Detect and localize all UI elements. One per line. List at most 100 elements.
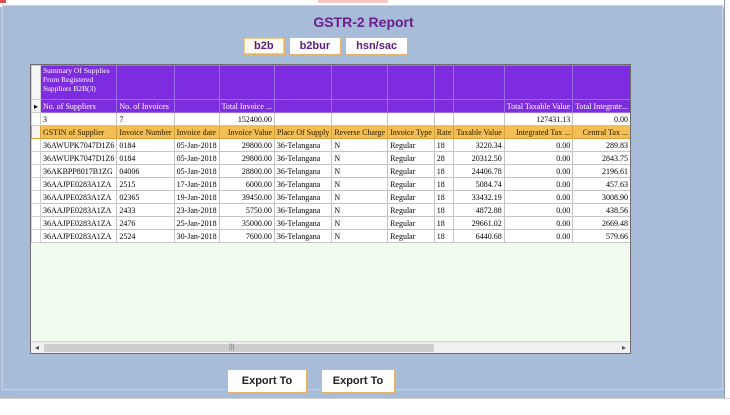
tab-b2b[interactable]: b2b	[243, 37, 285, 55]
table-cell[interactable]: 2515	[116, 177, 175, 191]
table-cell[interactable]: 18	[433, 203, 455, 217]
table-cell[interactable]: 36-Telangana	[273, 216, 333, 230]
table-cell[interactable]: 6440.68	[453, 229, 505, 243]
table-cell[interactable]: N	[331, 164, 389, 178]
table-cell[interactable]: 36AAJPE0283A1ZA	[40, 229, 118, 243]
table-cell[interactable]: 0184	[116, 151, 175, 165]
column-header[interactable]: Taxable Value	[453, 125, 505, 139]
table-cell[interactable]: 35000.00	[218, 216, 275, 230]
tab-b2bur[interactable]: b2bur	[288, 37, 342, 55]
table-cell[interactable]: 36AWUPK7047D1Z6	[40, 138, 118, 152]
table-cell[interactable]: Regular	[387, 164, 435, 178]
table-cell[interactable]: 29661.02	[453, 216, 505, 230]
table-row[interactable]: 36AAJPE0283A1ZA 2515 17-Jan-2018 6000.00 36-…	[31, 177, 630, 191]
scroll-left-icon[interactable]: ◂	[31, 342, 43, 353]
current-row-indicator[interactable]: ▸	[31, 99, 42, 113]
row-selector[interactable]	[31, 177, 42, 191]
column-header[interactable]: Rate	[433, 125, 455, 139]
column-header[interactable]: Invoice Number	[116, 125, 175, 139]
table-cell[interactable]: 289.83	[572, 138, 630, 152]
summary-label-cell[interactable]	[453, 99, 505, 113]
table-cell[interactable]: N	[331, 216, 389, 230]
table-cell[interactable]: 18	[433, 190, 455, 204]
row-selector[interactable]	[31, 229, 42, 243]
tab-hsn-sac[interactable]: hsn/sac	[345, 37, 409, 55]
horizontal-scrollbar[interactable]: ◂ ||| ▸	[31, 341, 630, 353]
table-cell[interactable]: 36-Telangana	[273, 151, 333, 165]
table-cell[interactable]: 05-Jan-2018	[173, 138, 220, 152]
summary-value-cell[interactable]	[173, 112, 220, 126]
table-cell[interactable]: 4872.88	[453, 203, 505, 217]
table-cell[interactable]: 0184	[116, 138, 175, 152]
summary-value-cell[interactable]: 127431.13	[503, 112, 574, 126]
scroll-right-icon[interactable]: ▸	[618, 342, 630, 353]
summary-label-cell[interactable]: No. of Suppliers	[40, 99, 118, 113]
table-cell[interactable]: 2843.75	[572, 151, 630, 165]
table-cell[interactable]: 36-Telangana	[273, 203, 333, 217]
row-selector[interactable]	[31, 151, 42, 165]
summary-label-cell[interactable]: Total Taxable Value	[503, 99, 574, 113]
column-header[interactable]: Central Tax ...	[572, 125, 630, 139]
scroll-thumb[interactable]: |||	[44, 344, 434, 352]
table-cell[interactable]: 18	[433, 177, 455, 191]
table-cell[interactable]: Regular	[387, 190, 435, 204]
table-cell[interactable]: 36-Telangana	[273, 177, 333, 191]
table-cell[interactable]: 39450.00	[218, 190, 275, 204]
table-row[interactable]: 36AWUPK7047D1Z6 0184 05-Jan-2018 29800.00 36…	[31, 151, 630, 165]
table-cell[interactable]: Regular	[387, 177, 435, 191]
table-cell[interactable]: 36AWUPK7047D1Z6	[40, 151, 118, 165]
summary-label-cell[interactable]	[273, 99, 333, 113]
table-cell[interactable]: 05-Jan-2018	[173, 164, 220, 178]
table-cell[interactable]: 2196.61	[572, 164, 630, 178]
table-cell[interactable]: 0.00	[503, 190, 574, 204]
table-cell[interactable]: 0.00	[503, 203, 574, 217]
table-cell[interactable]: 18	[433, 216, 455, 230]
table-row[interactable]: 36AWUPK7047D1Z6 0184 05-Jan-2018 29800.00 36…	[31, 138, 630, 152]
summary-value-cell[interactable]	[387, 112, 435, 126]
summary-labels-row[interactable]: ▸ No. of Suppliers No. of Invoices Total In…	[31, 99, 630, 113]
table-row[interactable]: 36AAJPE0283A1ZA 2524 30-Jan-2018 7600.00 36-…	[31, 229, 630, 243]
table-cell[interactable]: 05-Jan-2018	[173, 151, 220, 165]
table-cell[interactable]: N	[331, 190, 389, 204]
table-cell[interactable]: 5750.00	[218, 203, 275, 217]
table-cell[interactable]: 28	[433, 151, 455, 165]
table-cell[interactable]: 0.00	[503, 138, 574, 152]
table-cell[interactable]: Regular	[387, 138, 435, 152]
table-row[interactable]: 36AAJPE0283A1ZA 02365 19-Jan-2018 39450.00 3…	[31, 190, 630, 204]
table-cell[interactable]: 28800.00	[218, 164, 275, 178]
table-cell[interactable]: 7600.00	[218, 229, 275, 243]
column-header[interactable]: Invoice Value	[218, 125, 275, 139]
table-row[interactable]: 36AAJPE0283A1ZA 2476 25-Jan-2018 35000.00 36…	[31, 216, 630, 230]
table-cell[interactable]: 0.00	[503, 151, 574, 165]
summary-values-row[interactable]: 37152400.00127431.130.0012484.42	[31, 112, 630, 126]
summary-value-cell[interactable]: 3	[40, 112, 118, 126]
table-cell[interactable]: 33432.19	[453, 190, 505, 204]
table-cell[interactable]: 18	[433, 138, 455, 152]
summary-value-cell[interactable]: 0.00	[572, 112, 630, 126]
table-cell[interactable]: 36AKBPP8017B1ZG	[40, 164, 118, 178]
table-cell[interactable]: N	[331, 177, 389, 191]
table-cell[interactable]: 36-Telangana	[273, 229, 333, 243]
table-cell[interactable]: 0.00	[503, 164, 574, 178]
column-header[interactable]: Reverse Charge	[331, 125, 389, 139]
summary-label-cell[interactable]	[331, 99, 389, 113]
summary-value-cell[interactable]	[331, 112, 389, 126]
column-header[interactable]: Integrated Tax ...	[503, 125, 574, 139]
column-header-row[interactable]: GSTIN of Supplier Invoice Number Invoice d…	[31, 125, 630, 139]
table-cell[interactable]: 19-Jan-2018	[173, 190, 220, 204]
row-selector[interactable]	[31, 164, 42, 178]
table-cell[interactable]: Regular	[387, 229, 435, 243]
table-cell[interactable]: 3008.90	[572, 190, 630, 204]
column-header[interactable]: GSTIN of Supplier	[40, 125, 118, 139]
table-cell[interactable]: 30-Jan-2018	[173, 229, 220, 243]
summary-value-cell[interactable]	[273, 112, 333, 126]
row-selector[interactable]	[31, 190, 42, 204]
table-cell[interactable]: 36AAJPE0283A1ZA	[40, 216, 118, 230]
table-cell[interactable]: Regular	[387, 216, 435, 230]
summary-header-row[interactable]: Summary Of Supplies From Registered Supp…	[31, 65, 630, 100]
row-selector[interactable]	[31, 138, 42, 152]
summary-value-cell[interactable]: 152400.00	[218, 112, 275, 126]
summary-label-cell[interactable]: Total Integrate...	[572, 99, 630, 113]
table-cell[interactable]: N	[331, 138, 389, 152]
row-selector[interactable]	[31, 203, 42, 217]
